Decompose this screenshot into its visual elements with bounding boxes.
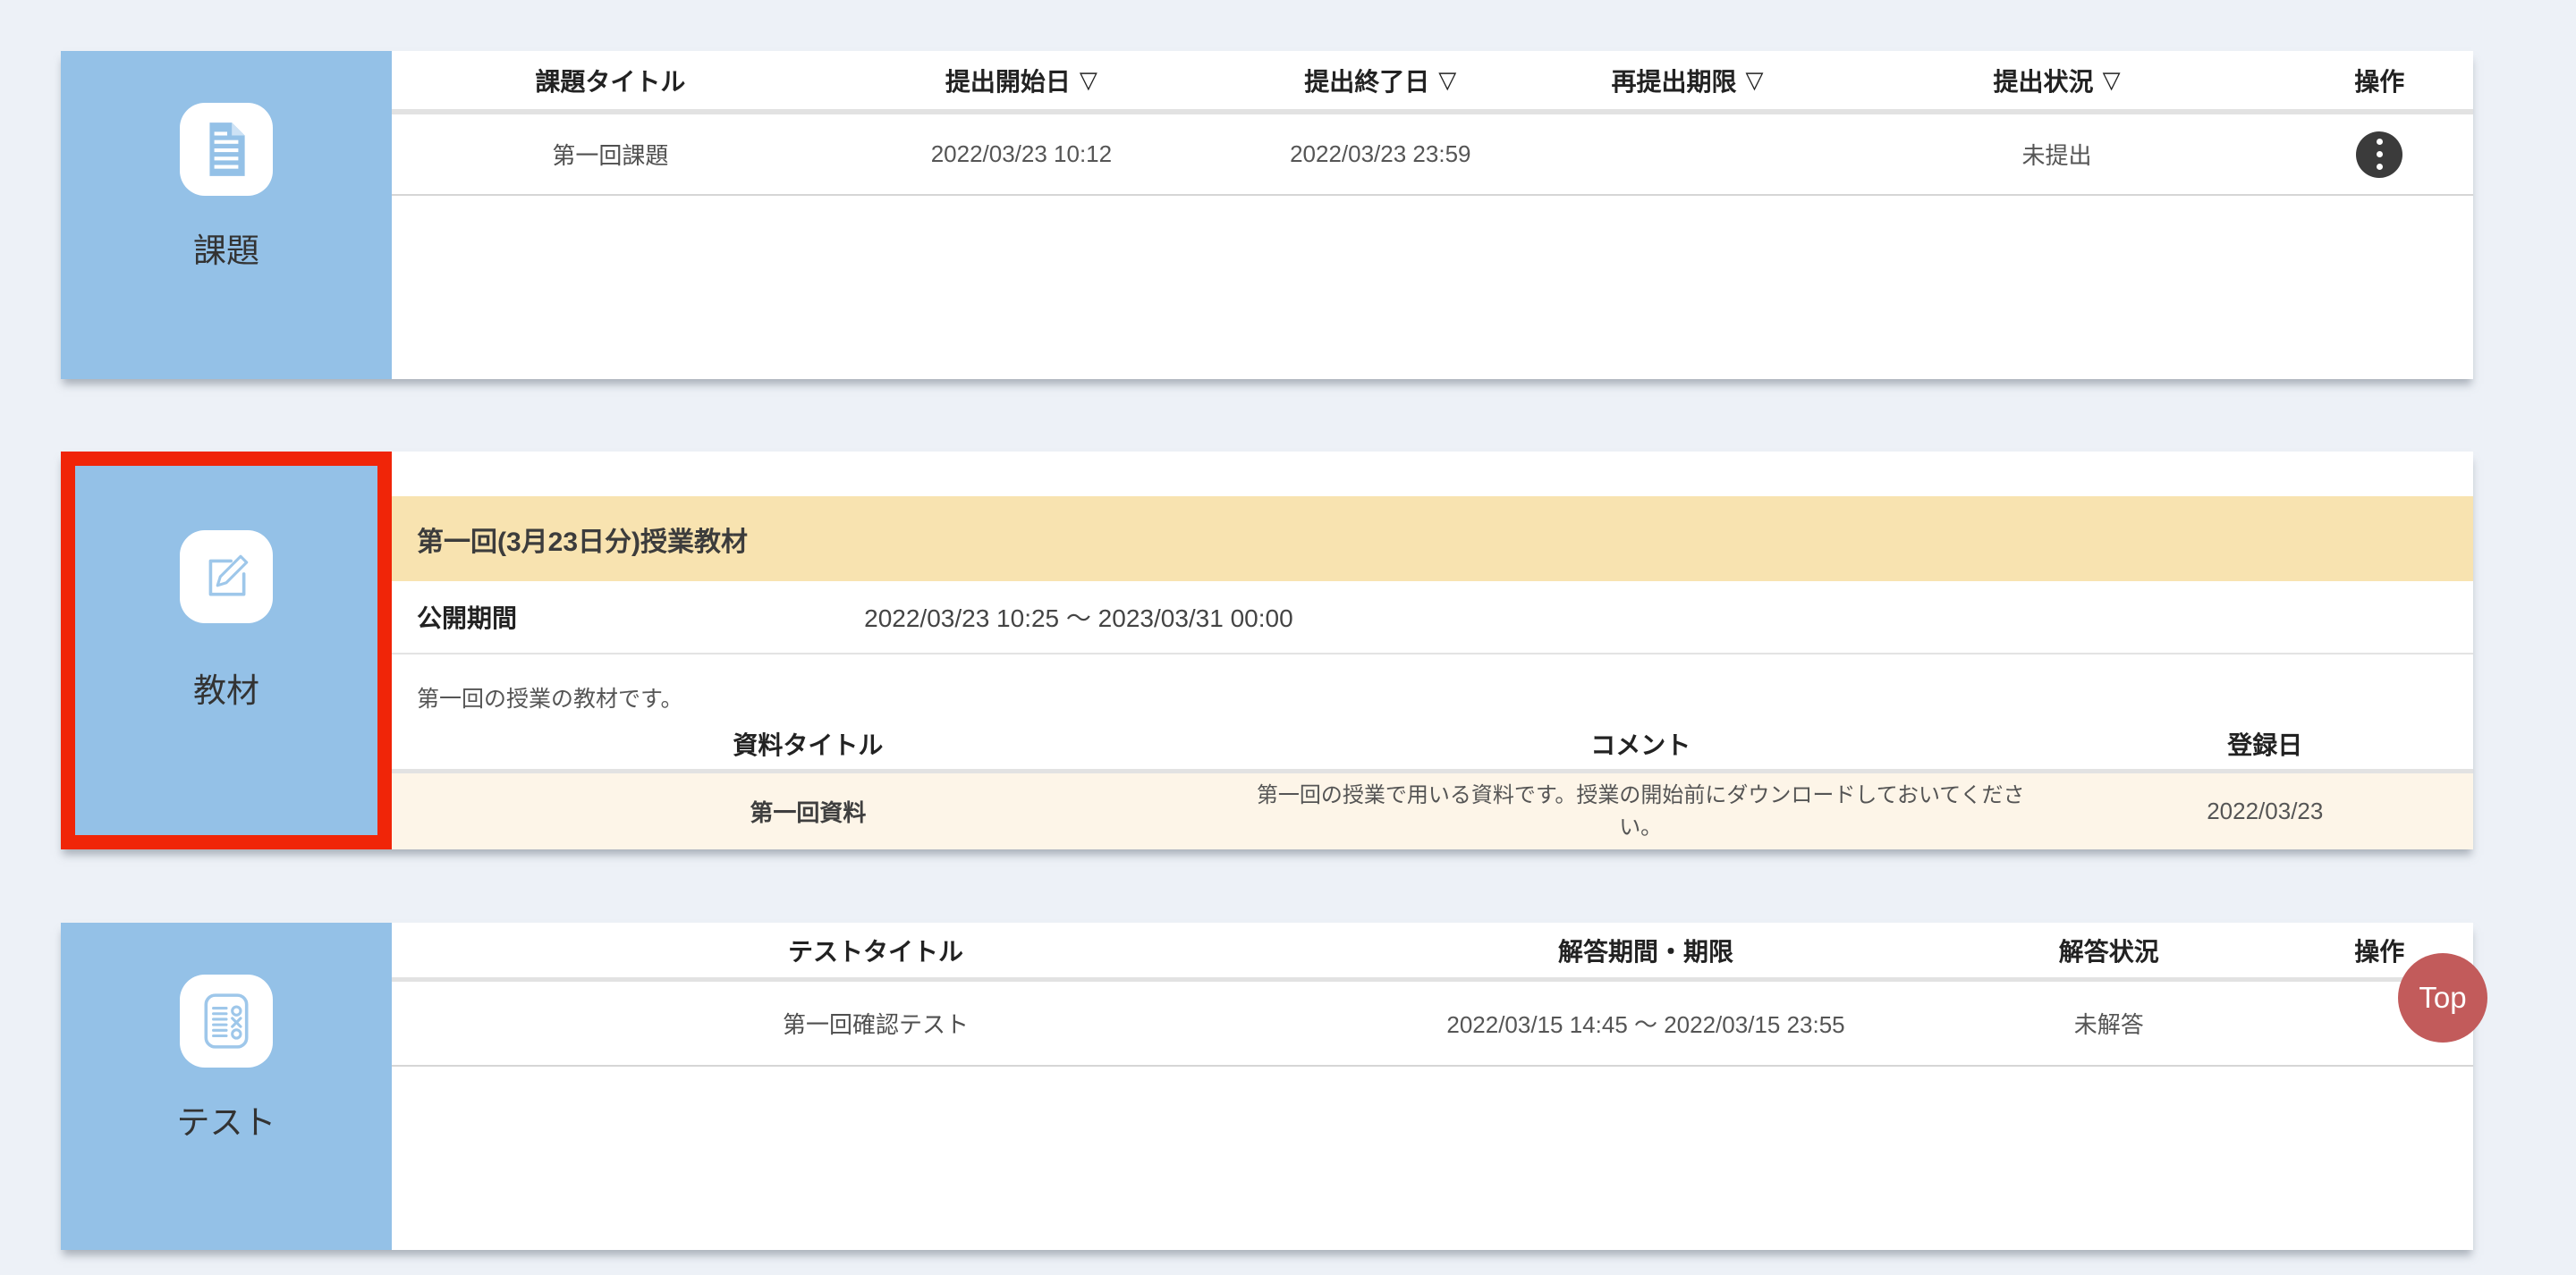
sort-icon[interactable]: ▽ [1438,66,1456,94]
column-header-test-title: テストタイトル [392,933,1360,968]
column-header-operations: 操作 [2286,63,2473,98]
column-header-submit-status[interactable]: 提出状況 ▽ [1828,63,2286,98]
document-icon [180,103,273,196]
materials-section: 教材 第一回(3月23日分)授業教材 公開期間 2022/03/23 10:25… [61,452,2473,849]
test-answer-period: 2022/03/15 14:45 ～ 2022/03/15 23:55 [1360,1007,1932,1040]
column-header-resubmit-deadline[interactable]: 再提出期限 ▽ [1546,63,1827,98]
material-description: 第一回の授業の教材です。 [392,654,2473,719]
test-row: 第一回確認テスト 2022/03/15 14:45 ～ 2022/03/15 2… [392,982,2473,1067]
material-registered-date: 2022/03/23 [2057,798,2473,825]
open-period-label: 公開期間 [392,599,767,635]
column-header-answer-status: 解答状況 [1932,933,2286,968]
empty-area [392,1067,2473,1250]
assignments-tab-label: 課題 [193,224,259,272]
assignment-end-date: 2022/03/23 23:59 [1214,140,1546,168]
assignments-tab[interactable]: 課題 [61,51,392,379]
kebab-menu-icon [2377,151,2383,157]
empty-area [392,196,2473,379]
materials-table-header: 資料タイトル コメント 登録日 [392,719,2473,769]
assignments-table-header: 課題タイトル 提出開始日 ▽ 提出終了日 ▽ 再提出期限 ▽ 提出状況 ▽ [392,51,2473,109]
column-header-assignment-title: 課題タイトル [392,63,829,98]
materials-tab-label: 教材 [193,663,259,712]
scroll-to-top-button[interactable]: Top [2398,953,2487,1043]
test-title-link[interactable]: 第一回確認テスト [392,1007,1360,1040]
assignment-operations-cell [2286,131,2473,178]
test-answer-status: 未解答 [1932,1007,2286,1040]
assignment-status: 未提出 [1828,138,2286,171]
open-period-value: 2022/03/23 10:25 ～ 2023/03/31 00:00 [767,599,1391,635]
material-comment: 第一回の授業で用いる資料です。授業の開始前にダウンロードしておいてください。 [1242,780,2038,844]
material-unit-header: 第一回(3月23日分)授業教材 [392,496,2473,581]
tests-tab[interactable]: テスト [61,923,392,1250]
sort-icon[interactable]: ▽ [1746,66,1764,94]
spacer [392,452,2473,496]
assignment-start-date: 2022/03/23 10:12 [829,140,1214,168]
material-comment-cell: 第一回の授業で用いる資料です。授業の開始前にダウンロードしておいてください。 [1224,780,2057,844]
materials-content: 第一回(3月23日分)授業教材 公開期間 2022/03/23 10:25 ～ … [392,452,2473,849]
column-header-comment: コメント [1224,726,2057,762]
assignments-section: 課題 課題タイトル 提出開始日 ▽ 提出終了日 ▽ 再提出期限 ▽ [61,51,2473,379]
assignment-row: 第一回課題 2022/03/23 10:12 2022/03/23 23:59 … [392,114,2473,196]
edit-pencil-icon [180,530,273,623]
sort-icon[interactable]: ▽ [2103,66,2121,94]
column-header-submit-end[interactable]: 提出終了日 ▽ [1214,63,1546,98]
sort-icon[interactable]: ▽ [1080,66,1097,94]
assignments-table: 課題タイトル 提出開始日 ▽ 提出終了日 ▽ 再提出期限 ▽ 提出状況 ▽ [392,51,2473,379]
column-header-answer-period: 解答期間・期限 [1360,933,1932,968]
material-title-link[interactable]: 第一回資料 [392,795,1224,828]
column-header-submit-start[interactable]: 提出開始日 ▽ [829,63,1214,98]
column-header-material-title: 資料タイトル [392,726,1224,762]
tests-table: テストタイトル 解答期間・期限 解答状況 操作 第一回確認テスト 2022/03… [392,923,2473,1250]
material-unit-title: 第一回(3月23日分)授業教材 [417,519,748,559]
tests-tab-label: テスト [177,1095,276,1144]
open-period-row: 公開期間 2022/03/23 10:25 ～ 2023/03/31 00:00 [392,581,2473,654]
materials-tab-selected[interactable]: 教材 [61,452,392,849]
column-header-registered-date: 登録日 [2057,726,2473,762]
assignment-title-link[interactable]: 第一回課題 [392,138,829,171]
checklist-icon [180,975,273,1068]
material-row: 第一回資料 第一回の授業で用いる資料です。授業の開始前にダウンロードしておいてく… [392,773,2473,849]
tests-section: テスト テストタイトル 解答期間・期限 解答状況 操作 第一回確認テスト [61,923,2473,1250]
course-content-page: 課題 課題タイトル 提出開始日 ▽ 提出終了日 ▽ 再提出期限 ▽ [0,0,2576,1275]
tests-table-header: テストタイトル 解答期間・期限 解答状況 操作 [392,923,2473,977]
assignment-actions-button[interactable] [2356,131,2402,178]
